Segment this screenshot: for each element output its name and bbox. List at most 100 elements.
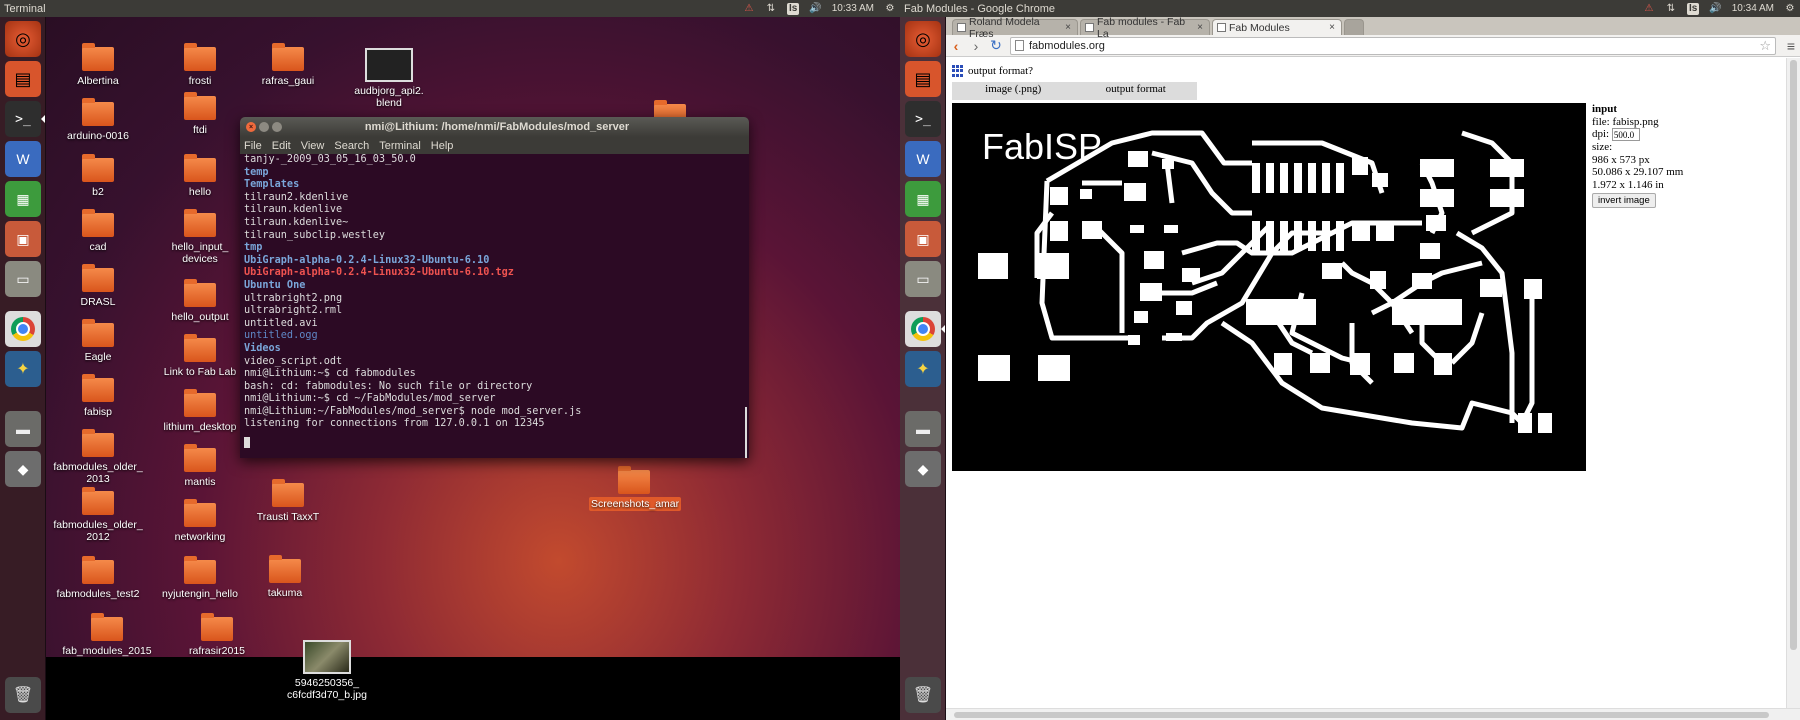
- tab-roland-modela[interactable]: Roland Modela Fræs ×: [952, 16, 1078, 40]
- desktop-link[interactable]: Link to Fab Lab: [155, 334, 245, 378]
- desktop-folder[interactable]: DRASL: [53, 264, 143, 308]
- desktop-folder[interactable]: Albertina: [53, 43, 143, 87]
- desktop-folder[interactable]: b2: [53, 154, 143, 198]
- keyboard-layout-indicator[interactable]: Is: [1686, 2, 1700, 15]
- volume-icon[interactable]: 🔊: [1709, 3, 1721, 15]
- menu-file[interactable]: File: [244, 140, 262, 152]
- archive-icon[interactable]: ▭: [5, 261, 41, 297]
- gear-icon[interactable]: ⚙: [884, 3, 896, 15]
- new-tab-button[interactable]: [1344, 19, 1364, 35]
- desktop-folder[interactable]: hello_input_ devices: [155, 209, 245, 265]
- desktop-folder[interactable]: ftdi: [155, 92, 245, 136]
- trash-icon[interactable]: 🗑: [905, 677, 941, 713]
- minimize-icon[interactable]: [259, 122, 269, 132]
- forward-icon[interactable]: ›: [966, 38, 986, 54]
- tab-fab-modules[interactable]: Fab Modules ×: [1212, 19, 1342, 35]
- python-icon[interactable]: ✦: [5, 351, 41, 387]
- menu-view[interactable]: View: [301, 140, 325, 152]
- writer-icon[interactable]: W: [905, 141, 941, 177]
- terminal-window[interactable]: × nmi@Lithium: /home/nmi/FabModules/mod_…: [240, 117, 749, 458]
- menu-help[interactable]: Help: [431, 140, 454, 152]
- network-icon[interactable]: ⇅: [1665, 3, 1677, 15]
- terminal-scrollbar[interactable]: [745, 407, 747, 458]
- close-icon[interactable]: ×: [1329, 22, 1335, 33]
- vertical-scrollbar[interactable]: [1786, 58, 1800, 708]
- horizontal-scrollbar[interactable]: [946, 708, 1800, 720]
- desktop-folder[interactable]: fabisp: [53, 374, 143, 418]
- output-format-cell[interactable]: output format: [1075, 82, 1198, 100]
- python-icon[interactable]: ✦: [905, 351, 941, 387]
- clock[interactable]: 10:34 AM: [1732, 3, 1774, 15]
- dpi-input[interactable]: [1611, 128, 1640, 141]
- terminal-menubar: File Edit View Search Terminal Help: [240, 137, 749, 154]
- chrome-icon[interactable]: [5, 311, 41, 347]
- pcb-image: FabISP: [952, 103, 1586, 471]
- desktop-folder[interactable]: Eagle: [53, 319, 143, 363]
- bookmark-star-icon[interactable]: ☆: [1759, 38, 1771, 54]
- desktop-folder[interactable]: rafrasir2015: [172, 613, 262, 657]
- maximize-icon[interactable]: [272, 122, 282, 132]
- desktop-folder[interactable]: frosti: [155, 43, 245, 87]
- writer-icon[interactable]: W: [5, 141, 41, 177]
- desktop-folder[interactable]: nyjutengin_hello: [155, 556, 245, 600]
- close-icon[interactable]: ×: [1065, 22, 1071, 33]
- terminal-icon[interactable]: >_: [905, 101, 941, 137]
- desktop-folder[interactable]: hello: [155, 154, 245, 198]
- menu-search[interactable]: Search: [334, 140, 369, 152]
- inkscape-icon[interactable]: ◆: [5, 451, 41, 487]
- back-icon[interactable]: ‹: [946, 38, 966, 54]
- desktop-folder[interactable]: rafras_gaui: [243, 43, 333, 87]
- disk-icon[interactable]: ▬: [905, 411, 941, 447]
- inkscape-icon[interactable]: ◆: [905, 451, 941, 487]
- invert-image-button[interactable]: invert image: [1592, 193, 1656, 208]
- calc-icon[interactable]: ▦: [5, 181, 41, 217]
- terminal-titlebar[interactable]: × nmi@Lithium: /home/nmi/FabModules/mod_…: [240, 117, 749, 137]
- desktop-folder-selected[interactable]: Screenshots_amar: [589, 466, 682, 511]
- menu-terminal[interactable]: Terminal: [379, 140, 421, 152]
- dash-home-icon[interactable]: ◎: [5, 21, 41, 57]
- gear-icon[interactable]: ⚙: [1784, 3, 1796, 15]
- output-format-header[interactable]: output format?: [952, 65, 1033, 77]
- files-icon[interactable]: ▤: [905, 61, 941, 97]
- tab-fab-modules-fab-lab[interactable]: Fab modules - Fab La ×: [1080, 16, 1210, 40]
- desktop-folder[interactable]: fabmodules_test2: [53, 556, 143, 600]
- output-format-label[interactable]: output format?: [968, 65, 1033, 77]
- disk-icon[interactable]: ▬: [5, 411, 41, 447]
- trash-icon[interactable]: 🗑: [5, 677, 41, 713]
- update-alert-icon[interactable]: ⚠: [1643, 3, 1655, 15]
- clock[interactable]: 10:33 AM: [832, 3, 874, 15]
- close-icon[interactable]: ×: [1197, 22, 1203, 33]
- desktop-folder[interactable]: lithium_desktop: [155, 389, 245, 433]
- impress-icon[interactable]: ▣: [905, 221, 941, 257]
- desktop-folder[interactable]: networking: [155, 499, 245, 543]
- desktop-folder[interactable]: fab_modules_2015: [62, 613, 152, 657]
- chrome-icon[interactable]: [905, 311, 941, 347]
- update-alert-icon[interactable]: ⚠: [743, 3, 755, 15]
- desktop-folder[interactable]: fabmodules_older_ 2013: [53, 429, 143, 485]
- grid-menu-icon[interactable]: [952, 65, 964, 77]
- calc-icon[interactable]: ▦: [905, 181, 941, 217]
- close-icon[interactable]: ×: [246, 122, 256, 132]
- desktop-image-file[interactable]: 5946250356_ c6fcdf3d70_b.jpg: [282, 640, 372, 701]
- menu-edit[interactable]: Edit: [272, 140, 291, 152]
- dash-home-icon[interactable]: ◎: [905, 21, 941, 57]
- input-format-cell[interactable]: image (.png): [952, 82, 1075, 100]
- archive-icon[interactable]: ▭: [905, 261, 941, 297]
- desktop-folder[interactable]: mantis: [155, 444, 245, 488]
- reload-icon[interactable]: ↻: [986, 37, 1006, 54]
- impress-icon[interactable]: ▣: [5, 221, 41, 257]
- desktop-folder[interactable]: fabmodules_older_ 2012: [53, 487, 143, 543]
- keyboard-layout-indicator[interactable]: Is: [786, 2, 800, 15]
- files-icon[interactable]: ▤: [5, 61, 41, 97]
- terminal-output[interactable]: tanjy-_2009_03_05_16_03_50.0 temp Template…: [240, 154, 749, 450]
- desktop-folder[interactable]: Trausti TaxxT: [243, 479, 333, 523]
- desktop-folder[interactable]: cad: [53, 209, 143, 253]
- desktop-file[interactable]: audbjorg_api2. blend: [344, 48, 434, 109]
- menu-icon[interactable]: ≡: [1782, 38, 1800, 54]
- desktop-folder[interactable]: takuma: [240, 555, 330, 599]
- terminal-icon[interactable]: >_: [5, 101, 41, 137]
- network-icon[interactable]: ⇅: [765, 3, 777, 15]
- desktop-folder[interactable]: hello_output: [155, 279, 245, 323]
- desktop-folder[interactable]: arduino-0016: [53, 98, 143, 142]
- volume-icon[interactable]: 🔊: [809, 3, 821, 15]
